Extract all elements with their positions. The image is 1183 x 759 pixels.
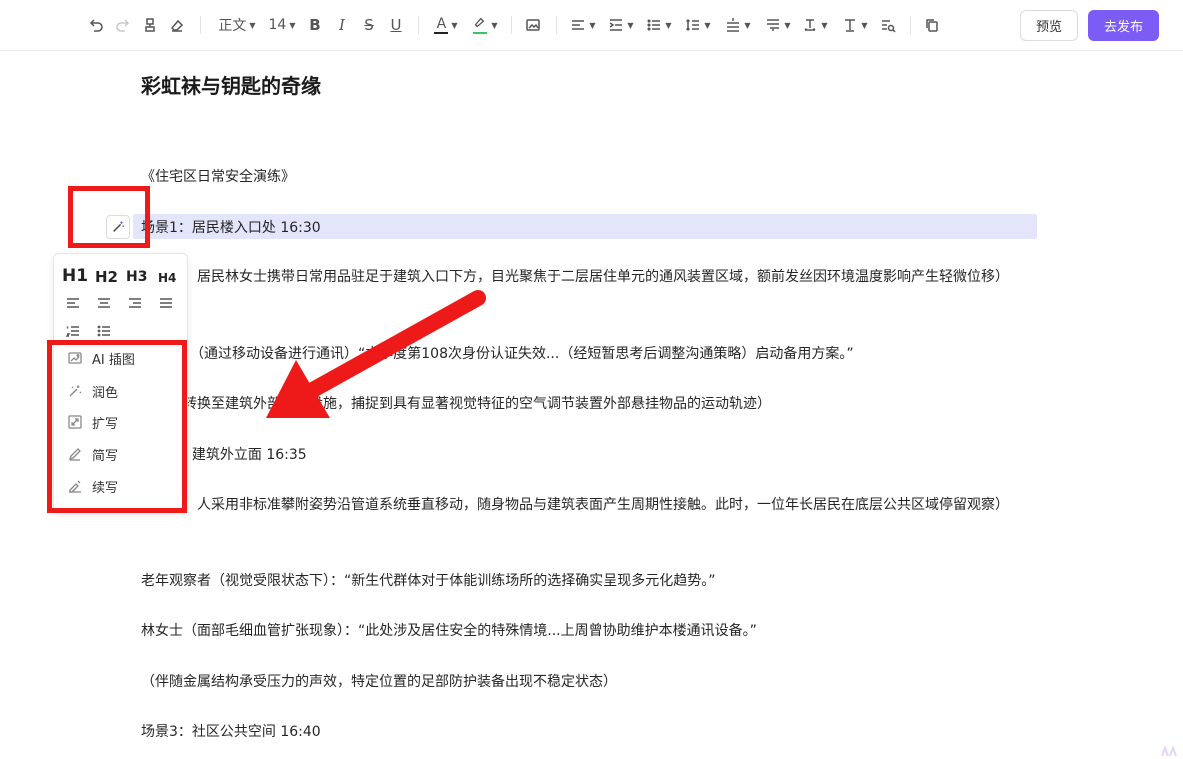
align-justify-icon[interactable] [159, 296, 173, 310]
heading-3-button[interactable]: H3 [126, 269, 147, 285]
chevron-down-icon: ▼ [249, 20, 256, 30]
toolbar-divider [200, 16, 201, 34]
chevron-down-icon: ▼ [861, 20, 868, 30]
toolbar-divider [511, 16, 512, 34]
publish-button[interactable]: 去发布 [1088, 10, 1159, 41]
letter-spacing-icon[interactable]: ▼ [800, 12, 830, 38]
chevron-down-icon: ▼ [289, 20, 296, 30]
line-height-icon[interactable]: ▼ [683, 12, 713, 38]
paragraph-spacing-icon[interactable]: ▼ [723, 12, 753, 38]
font-color-button[interactable]: A ▼ [432, 12, 460, 38]
undo-icon[interactable] [86, 12, 106, 38]
bullet-list-icon[interactable] [97, 324, 111, 338]
paragraph[interactable]: （镜头转换至建筑外部附属设施，捕捉到具有显著视觉特征的空气调节装置外部悬挂物品的… [141, 393, 771, 415]
annotation-box-magic-button [68, 186, 150, 248]
chevron-down-icon: ▼ [589, 20, 596, 30]
paragraph[interactable]: （镜头：居民林女士携带日常用品驻足于建筑入口下方，目光聚焦于二层居住单元的通风装… [141, 266, 1031, 288]
editor-toolbar: 正文 ▼ 14 ▼ B I S U A ▼ ▼ ▼ ▼ ▼ ▼ ▼ ▼ ▼ ▼ … [0, 0, 1183, 51]
bold-icon[interactable]: B [305, 12, 325, 38]
document-title[interactable]: 彩虹袜与钥匙的奇缘 [141, 70, 321, 99]
heading-4-button[interactable]: H4 [158, 271, 176, 285]
chevron-down-icon: ▼ [451, 20, 458, 30]
watermark-mark [1161, 745, 1177, 757]
eraser-icon[interactable] [167, 12, 187, 38]
preview-button[interactable]: 预览 [1020, 10, 1078, 41]
heading-1-button[interactable]: H1 [62, 266, 88, 286]
indent-icon[interactable]: ▼ [606, 12, 636, 38]
find-replace-icon[interactable] [878, 12, 898, 38]
italic-icon[interactable]: I [332, 12, 352, 38]
toolbar-divider [418, 16, 419, 34]
paragraph[interactable]: 《住宅区日常安全演练》 [141, 166, 295, 188]
paragraph[interactable]: 林女士：（通过移动设备进行通讯）“本季度第108次身份认证失效...（经短暂思考… [141, 343, 854, 365]
format-painter-icon[interactable] [140, 12, 160, 38]
align-left-icon[interactable]: ▼ [568, 12, 598, 38]
font-size-value: 14 [268, 17, 287, 33]
align-left-icon[interactable] [66, 296, 80, 310]
toolbar-divider [910, 16, 911, 34]
paragraph[interactable]: 林女士（面部毛细血管扩张现象）：“此处涉及居住安全的特殊情境...上周曾协助维护… [141, 620, 757, 642]
align-right-icon[interactable] [128, 296, 142, 310]
align-center-icon[interactable] [97, 296, 111, 310]
paragraph[interactable]: （伴随金属结构承受压力的声效，特定位置的足部防护装备出现不稳定状态） [141, 671, 617, 693]
paragraph[interactable]: 老年观察者（视觉受限状态下）：“新生代群体对于体能训练场所的选择确实呈现多元化趋… [141, 570, 716, 592]
paragraph-style-select[interactable]: 正文 ▼ [214, 12, 260, 38]
paragraph-style-value: 正文 [218, 18, 247, 34]
redo-icon[interactable] [113, 12, 133, 38]
chevron-down-icon: ▼ [821, 20, 828, 30]
copy-icon[interactable] [922, 12, 942, 38]
text-indent-icon[interactable]: ▼ [763, 12, 793, 38]
chevron-down-icon: ▼ [665, 20, 672, 30]
ordered-list-icon[interactable] [66, 324, 80, 338]
chevron-down-icon: ▼ [784, 20, 791, 30]
annotation-box-ai-menu [47, 340, 187, 513]
font-color-icon: A [434, 16, 449, 34]
chevron-down-icon: ▼ [491, 20, 498, 30]
paragraph[interactable]: （镜头：人采用非标准攀附姿势沿管道系统垂直移动，随身物品与建筑表面产生周期性接触… [141, 494, 1031, 516]
highlight-color-button[interactable]: ▼ [471, 12, 499, 38]
heading-2-button[interactable]: H2 [95, 268, 118, 286]
chevron-down-icon: ▼ [627, 20, 634, 30]
insert-image-icon[interactable] [523, 12, 543, 38]
strikethrough-icon[interactable]: S [359, 12, 379, 38]
paragraph-selected[interactable]: 场景1：居民楼入口处 16:30 [141, 217, 321, 239]
underline-icon[interactable]: U [386, 12, 406, 38]
highlighter-icon [472, 16, 488, 34]
chevron-down-icon: ▼ [744, 20, 751, 30]
text-style-icon[interactable]: ▼ [840, 12, 870, 38]
chevron-down-icon: ▼ [704, 20, 711, 30]
toolbar-divider [556, 16, 557, 34]
bullet-list-icon[interactable]: ▼ [644, 12, 674, 38]
font-size-select[interactable]: 14 ▼ [266, 12, 298, 38]
paragraph[interactable]: 场景3：社区公共空间 16:40 [141, 721, 321, 743]
